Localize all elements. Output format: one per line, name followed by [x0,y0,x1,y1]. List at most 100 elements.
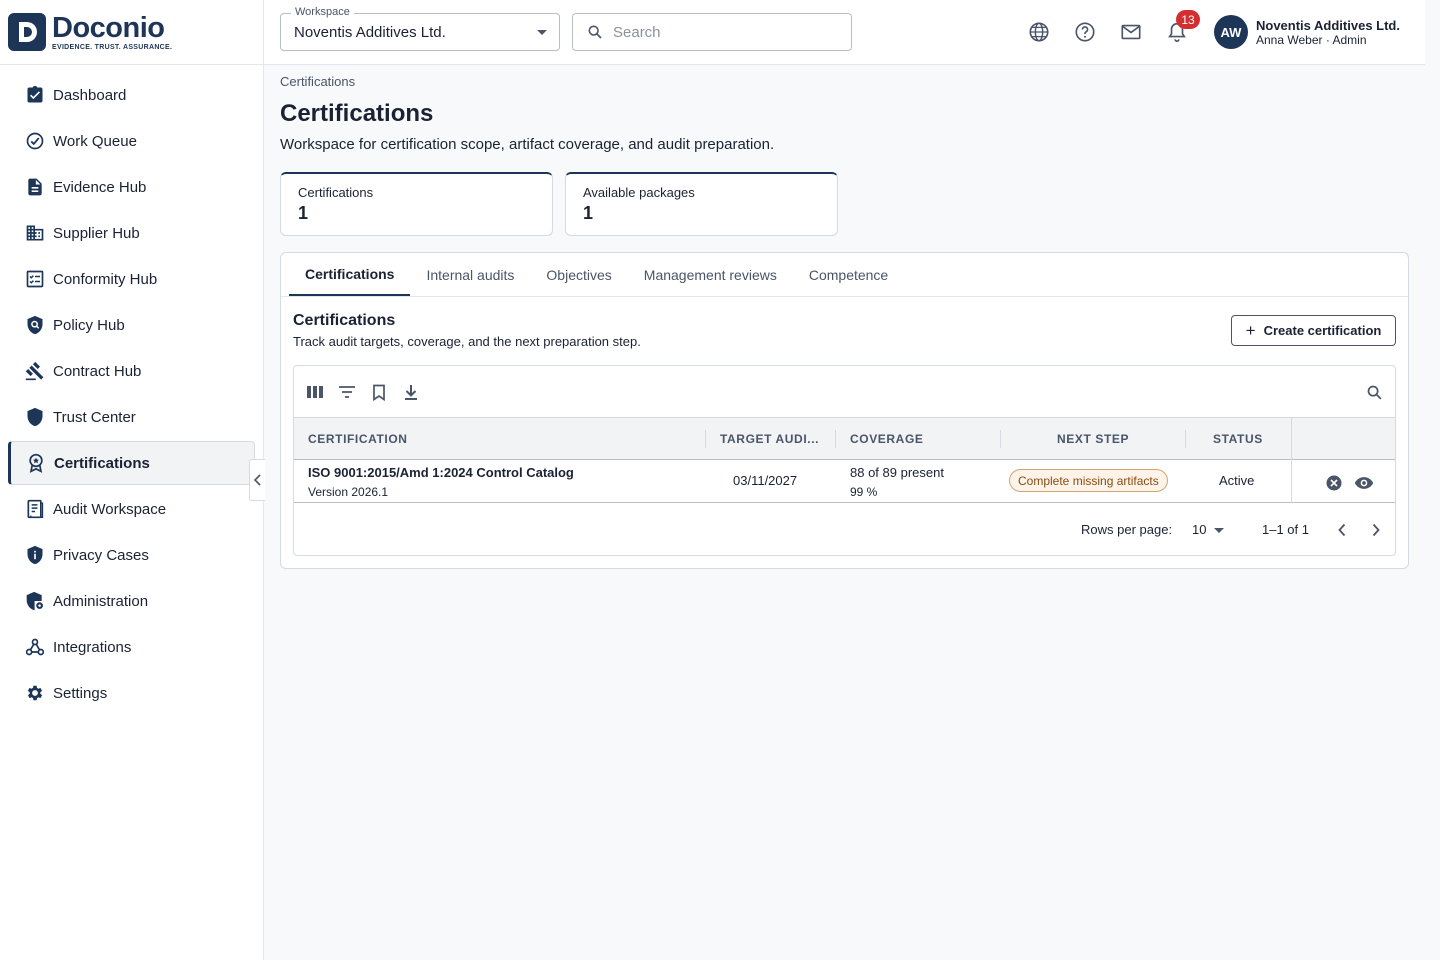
user-org: Noventis Additives Ltd. [1256,18,1400,33]
award-icon [25,452,47,474]
section-title: Certifications [293,312,396,329]
chevron-right-icon [1372,523,1380,537]
avatar[interactable]: AW [1214,15,1248,49]
next-page-button[interactable] [1364,518,1388,542]
sidebar-nav: Dashboard Work Queue Evidence Hub Suppli… [0,65,263,715]
sidebar-item-supplier-hub[interactable]: Supplier Hub [8,211,255,255]
sidebar-item-certifications[interactable]: Certifications [8,441,255,485]
view-eye-icon[interactable] [1354,473,1374,493]
help-icon[interactable] [1071,18,1099,46]
audit-book-icon [24,498,46,520]
certifications-panel: Certifications Internal audits Objective… [280,252,1409,569]
download-icon[interactable] [400,381,422,403]
topbar: Workspace Noventis Additives Ltd. 13 AW … [264,0,1425,65]
certification-version: Version 2026.1 [308,485,389,499]
gear-icon [24,682,46,704]
workspace-label: Workspace [291,6,354,18]
sidebar-item-contract-hub[interactable]: Contract Hub [8,349,255,393]
sidebar-item-evidence-hub[interactable]: Evidence Hub [8,165,255,209]
column-separator[interactable] [1185,430,1186,448]
sidebar-item-trust-center[interactable]: Trust Center [8,395,255,439]
tab-competence[interactable]: Competence [793,253,904,296]
check-circle-icon [24,130,46,152]
section-subtitle: Track audit targets, coverage, and the n… [293,334,641,349]
tab-objectives[interactable]: Objectives [530,253,627,296]
tabs-divider [281,296,1408,297]
logo-d-icon [19,22,37,42]
column-header-certification[interactable]: CERTIFICATION [308,418,408,460]
actions-column [1291,418,1395,503]
page-title: Certifications [280,100,434,127]
user-role: Anna Weber · Admin [1256,33,1367,47]
workspace-value: Noventis Additives Ltd. [294,24,446,41]
table-row[interactable]: ISO 9001:2015/Amd 1:2024 Control Catalog… [294,460,1395,503]
column-header-next-step[interactable]: NEXT STEP [1057,418,1129,460]
sidebar-item-audit-workspace[interactable]: Audit Workspace [8,487,255,531]
shield-icon [24,406,46,428]
checklist-icon [24,268,46,290]
next-step-chip: Complete missing artifacts [1009,469,1168,492]
columns-icon[interactable] [304,381,326,403]
sidebar-item-dashboard[interactable]: Dashboard [8,73,255,117]
breadcrumb[interactable]: Certifications [280,74,355,89]
column-separator[interactable] [1000,430,1001,448]
tab-bar: Certifications Internal audits Objective… [289,253,904,296]
sidebar-item-integrations[interactable]: Integrations [8,625,255,669]
privacy-shield-icon [24,544,46,566]
pagination-range: 1–1 of 1 [1262,522,1309,537]
logo[interactable]: Doconio EVIDENCE. TRUST. ASSURANCE. [0,0,263,65]
table-header: CERTIFICATION TARGET AUDI... COVERAGE NE… [294,418,1395,460]
rows-per-page-label: Rows per page: [1081,522,1173,537]
filter-icon[interactable] [336,381,358,403]
caret-down-icon [537,30,547,35]
tab-certifications[interactable]: Certifications [289,253,411,296]
coverage-percent: 99 % [850,485,878,499]
sidebar-item-work-queue[interactable]: Work Queue [8,119,255,163]
column-header-coverage[interactable]: COVERAGE [850,418,923,460]
sidebar-item-privacy-cases[interactable]: Privacy Cases [8,533,255,577]
clipboard-check-icon [24,84,46,106]
chevron-left-icon [253,474,261,486]
stat-card-available-packages: Available packages 1 [565,172,838,236]
caret-down-icon[interactable] [1214,528,1224,533]
target-audit-date: 03/11/2027 [733,473,798,488]
sidebar-item-conformity-hub[interactable]: Conformity Hub [8,257,255,301]
coverage-count: 88 of 89 present [850,465,944,480]
certifications-table: CERTIFICATION TARGET AUDI... COVERAGE NE… [293,365,1396,556]
remove-icon[interactable] [1324,473,1344,493]
webhook-icon [24,636,46,658]
certification-name: ISO 9001:2015/Amd 1:2024 Control Catalog [308,465,574,480]
search-box[interactable] [572,13,852,51]
tab-internal-audits[interactable]: Internal audits [410,253,530,296]
table-search-icon[interactable] [1363,381,1385,403]
mail-icon[interactable] [1117,18,1145,46]
workspace-select[interactable]: Workspace Noventis Additives Ltd. [280,6,560,51]
bookmark-icon[interactable] [368,381,390,403]
tab-management-reviews[interactable]: Management reviews [628,253,793,296]
stat-card-certifications: Certifications 1 [280,172,553,236]
status-value: Active [1219,473,1255,488]
sidebar-collapse-button[interactable] [249,459,265,501]
language-icon[interactable] [1025,18,1053,46]
sidebar-item-administration[interactable]: Administration [8,579,255,623]
building-icon [24,222,46,244]
plus-icon: + [1245,321,1256,340]
gavel-icon [24,360,46,382]
logo-mark [8,13,46,51]
sidebar: Doconio EVIDENCE. TRUST. ASSURANCE. Dash… [0,0,264,960]
search-input[interactable] [613,23,833,41]
create-certification-button[interactable]: + Create certification [1231,315,1396,346]
admin-shield-icon [24,590,46,612]
column-separator[interactable] [835,430,836,448]
brand-tagline: EVIDENCE. TRUST. ASSURANCE. [52,44,173,51]
column-header-target-audit[interactable]: TARGET AUDI... [720,418,819,460]
sidebar-item-policy-hub[interactable]: Policy Hub [8,303,255,347]
rows-per-page-select[interactable]: 10 [1192,522,1206,537]
previous-page-button[interactable] [1330,518,1354,542]
search-icon [588,25,602,39]
column-separator[interactable] [705,430,706,448]
document-icon [24,176,46,198]
page-subtitle: Workspace for certification scope, artif… [280,136,775,153]
column-header-status[interactable]: STATUS [1213,418,1263,460]
sidebar-item-settings[interactable]: Settings [8,671,255,715]
